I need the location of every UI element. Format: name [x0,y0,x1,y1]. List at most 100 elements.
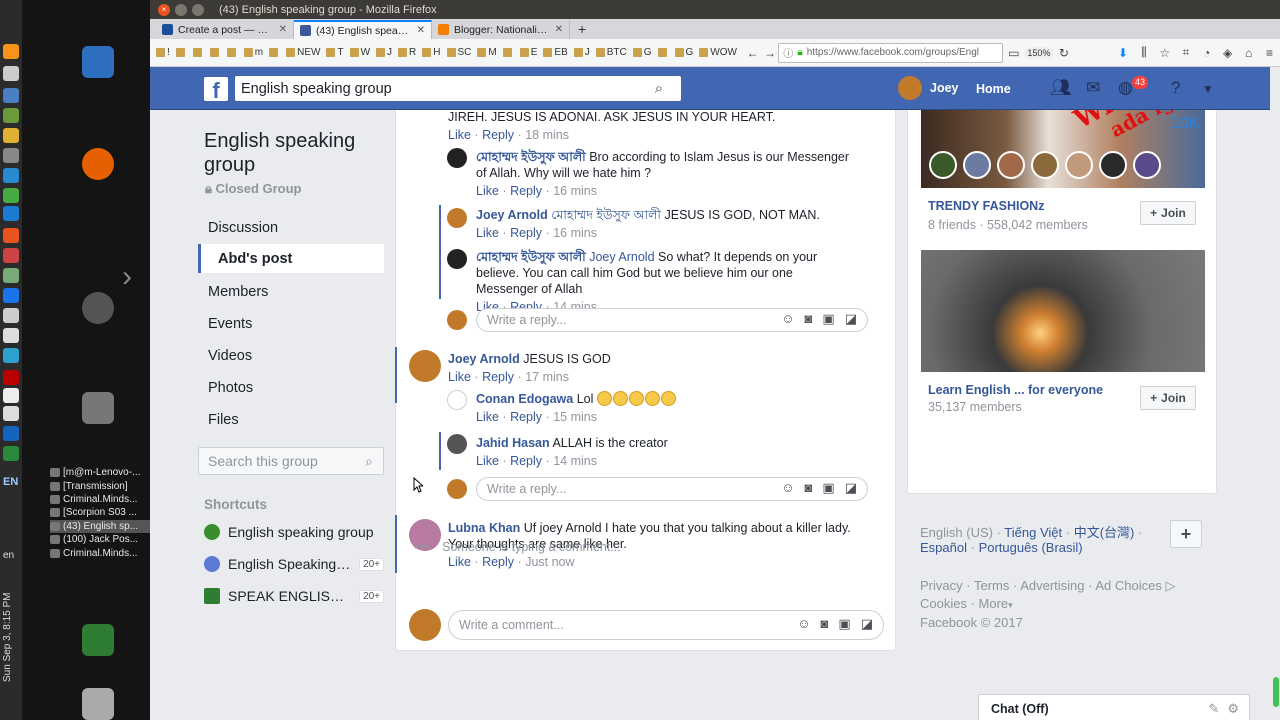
firefox-desktop-icon[interactable] [82,148,114,180]
commenter-name[interactable]: মোহাম্মদ ইউসুফ আলী [476,150,586,164]
reply-link[interactable]: Reply [482,128,514,142]
bookmark-item[interactable]: J [572,47,592,58]
ubuntu-icon[interactable] [3,228,19,243]
user-desktop-icon[interactable] [82,624,114,656]
nav-files[interactable]: Files [198,405,384,434]
bookmark-item[interactable] [267,48,282,57]
shortcut-english-speaking[interactable]: English Speaking ... 20+ [204,554,384,574]
language-link[interactable]: Español [920,540,967,555]
archive-icon[interactable] [3,148,19,163]
avatar[interactable] [447,310,467,330]
chevron-right-icon[interactable]: › [122,260,132,294]
reply-link[interactable]: Reply [482,370,514,384]
bookmark-item[interactable]: NEW [284,47,322,58]
chrome-icon[interactable] [3,288,19,303]
gif-icon[interactable]: ▣ [822,311,834,327]
bookmark-item[interactable]: EB [541,47,569,58]
profile-link[interactable]: Joey [898,76,959,100]
footer-link[interactable]: Cookies [920,596,967,611]
bookmark-item[interactable]: R [396,47,418,58]
pocket-icon[interactable]: ◔ [1196,46,1217,60]
caret-down-icon[interactable]: ▾ [1008,600,1013,610]
bookmark-item[interactable] [174,48,189,57]
mention-tag[interactable]: Joey Arnold [589,250,654,264]
bookmark-item[interactable]: WOW [697,47,739,58]
language-link[interactable]: Tiếng Việt [1004,525,1062,540]
comment-input[interactable]: Write a comment... ☺ ◙ ▣ ◪ [448,610,884,640]
reply-link[interactable]: Reply [510,226,542,240]
help-icon[interactable]: ? [1171,78,1180,98]
messenger-icon[interactable]: ✉ [1086,78,1100,98]
settings-icon[interactable] [3,406,19,421]
window-icon[interactable] [3,426,19,441]
reader-view-icon[interactable]: ▭ [1003,46,1024,60]
facebook-search-input[interactable]: English speaking group ⌕ [235,76,681,101]
chromium-icon[interactable] [3,206,19,221]
trash-icon[interactable] [82,688,114,720]
avatar[interactable] [447,148,467,168]
reply-link[interactable]: Reply [510,454,542,468]
footer-link[interactable]: Ad Choices [1095,578,1161,593]
language-indicator[interactable]: en [3,550,14,561]
learn-english-cover[interactable] [921,250,1205,372]
browser-icon[interactable] [3,168,19,183]
search-icon[interactable]: ⌕ [365,453,373,470]
sticker-icon[interactable]: ◪ [845,311,857,327]
ubuntu-desktop-icon[interactable] [82,292,114,324]
url-bar[interactable]: ⓘ 🔒︎ https://www.facebook.com/groups/Eng… [778,42,1004,63]
language-link[interactable]: 中文(台灣) [1074,525,1135,540]
clock[interactable]: Sun Sep 3, 8:15 PM [2,582,20,692]
home-icon[interactable]: ⌂ [1238,46,1259,60]
tab-facebook[interactable]: (43) English speaking ✕ [294,20,432,39]
screenshot-icon[interactable]: ⌗ [1175,45,1196,60]
close-tab-icon[interactable]: ✕ [417,25,425,36]
screenshot-icon[interactable] [3,328,19,343]
close-window-button[interactable]: × [158,3,170,16]
page-scrollbar[interactable] [1270,67,1280,720]
info-icon[interactable]: ⓘ [783,45,793,60]
extension-icon[interactable]: ◈ [1217,46,1238,60]
window-list-item[interactable]: (43) English sp... [50,519,150,533]
avatar[interactable] [447,479,467,499]
timestamp[interactable]: Just now [525,555,574,569]
timestamp[interactable]: 16 mins [553,226,597,240]
minimize-window-button[interactable] [175,3,187,16]
calendar-icon[interactable] [3,88,19,103]
bookmark-item[interactable]: T [324,47,345,58]
reply-link[interactable]: Reply [510,410,542,424]
sticker-icon[interactable]: ◪ [861,616,873,632]
like-link[interactable]: Like [476,226,499,240]
group-search-input[interactable]: Search this group ⌕ [198,447,384,475]
bookmark-star-icon[interactable]: ☆ [1154,46,1175,60]
bookmark-item[interactable]: J [374,47,394,58]
bookmark-item[interactable] [208,48,223,57]
new-message-icon[interactable]: ✎ [1208,701,1219,717]
files-icon[interactable] [3,128,19,143]
footer-link[interactable]: Terms [974,578,1009,593]
window-list-item[interactable]: [m@m-Lenovo-... [50,466,150,479]
bookmark-item[interactable]: ! [154,47,172,58]
footer-link[interactable]: Privacy [920,578,963,593]
like-link[interactable]: Like [476,184,499,198]
emoji-icon[interactable]: ☺ [781,311,794,327]
nav-photos[interactable]: Photos [198,373,384,402]
avatar[interactable] [447,208,467,228]
like-link[interactable]: Like [476,454,499,468]
timestamp[interactable]: 16 mins [553,184,597,198]
emoji-icon[interactable]: ☺ [797,616,810,632]
bookmark-item[interactable] [191,48,206,57]
telegram-icon[interactable] [3,446,19,461]
commenter-name[interactable]: Joey Arnold [448,352,520,366]
bookmark-item[interactable]: G [673,47,696,58]
bookmark-item[interactable]: BTC [594,47,629,58]
camera-icon[interactable]: ◙ [805,480,813,496]
footer-link[interactable]: More [979,596,1009,611]
back-button[interactable]: ← [744,46,761,60]
nav-events[interactable]: Events [198,309,384,338]
settings-gear-icon[interactable]: ⚙ [1227,701,1239,717]
commenter-name[interactable]: Joey Arnold [476,208,548,222]
nav-discussion[interactable]: Discussion [198,213,384,242]
like-link[interactable]: Like [448,370,471,384]
window-list-item[interactable]: [Scorpion S03 ... [50,506,150,519]
avatar[interactable] [447,249,467,269]
